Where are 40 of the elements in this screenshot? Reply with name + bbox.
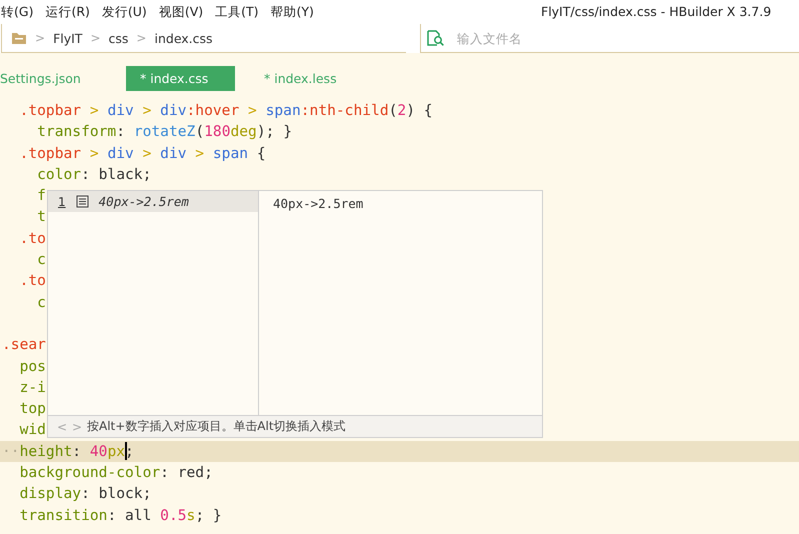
- breadcrumb-item[interactable]: FlyIT: [53, 30, 82, 46]
- code-line: t: [36, 207, 46, 228]
- code-line: c: [36, 250, 46, 270]
- completion-item[interactable]: 1 40px->2.5rem: [48, 191, 258, 212]
- menu-item[interactable]: 视图(V): [158, 4, 204, 20]
- code-line: background-color: red;: [18, 463, 213, 484]
- breadcrumb-separator: >: [136, 31, 146, 45]
- code-line: pos: [18, 356, 46, 377]
- code-line: .to: [18, 271, 46, 292]
- item-number: 1: [58, 194, 66, 208]
- completion-label: 40px->2.5rem: [98, 194, 189, 209]
- code-line: color: black;: [36, 164, 152, 185]
- code-line: .to: [18, 228, 46, 249]
- code-line: c: [36, 292, 46, 313]
- code-line: .sear: [1, 335, 46, 356]
- code-line: display: block;: [18, 484, 152, 504]
- code-line: top: [18, 399, 46, 420]
- code-line: wid: [18, 420, 46, 440]
- code-line: .topbar > div > div:hover > span:nth-child(2) {: [18, 101, 433, 121]
- breadcrumb-item[interactable]: css: [108, 30, 128, 46]
- breadcrumb-separator: >: [90, 31, 101, 45]
- code-line: transition: all 0.5s; }: [18, 506, 222, 526]
- menu-item[interactable]: 工具(T): [215, 4, 259, 20]
- completion-detail: 40px->2.5rem: [273, 196, 364, 211]
- file-search-field[interactable]: 输入文件名: [457, 30, 657, 46]
- code-line: f: [36, 186, 46, 206]
- code-line: transform: rotateZ(180deg); }: [36, 122, 292, 142]
- breadcrumb-separator: >: [35, 31, 46, 45]
- breadcrumb-item[interactable]: index.css: [154, 30, 213, 46]
- menu-item[interactable]: 发行(U): [102, 4, 147, 20]
- list-icon: [76, 195, 89, 208]
- file-search-icon[interactable]: [427, 30, 445, 46]
- hint-text: 按Alt+数字插入对应项目。单击Alt切换插入模式: [87, 418, 346, 435]
- menu-item[interactable]: 转(G): [1, 4, 34, 20]
- window-title: FlyIT/css/index.css - HBuilder X 3.7.9: [541, 4, 772, 19]
- folder-icon[interactable]: [11, 32, 27, 44]
- menu-item[interactable]: 运行(R): [45, 4, 90, 20]
- code-line: .topbar > div > div > span {: [18, 144, 266, 164]
- code-line: z-i: [18, 378, 46, 398]
- menu-item[interactable]: 帮助(Y): [270, 4, 314, 20]
